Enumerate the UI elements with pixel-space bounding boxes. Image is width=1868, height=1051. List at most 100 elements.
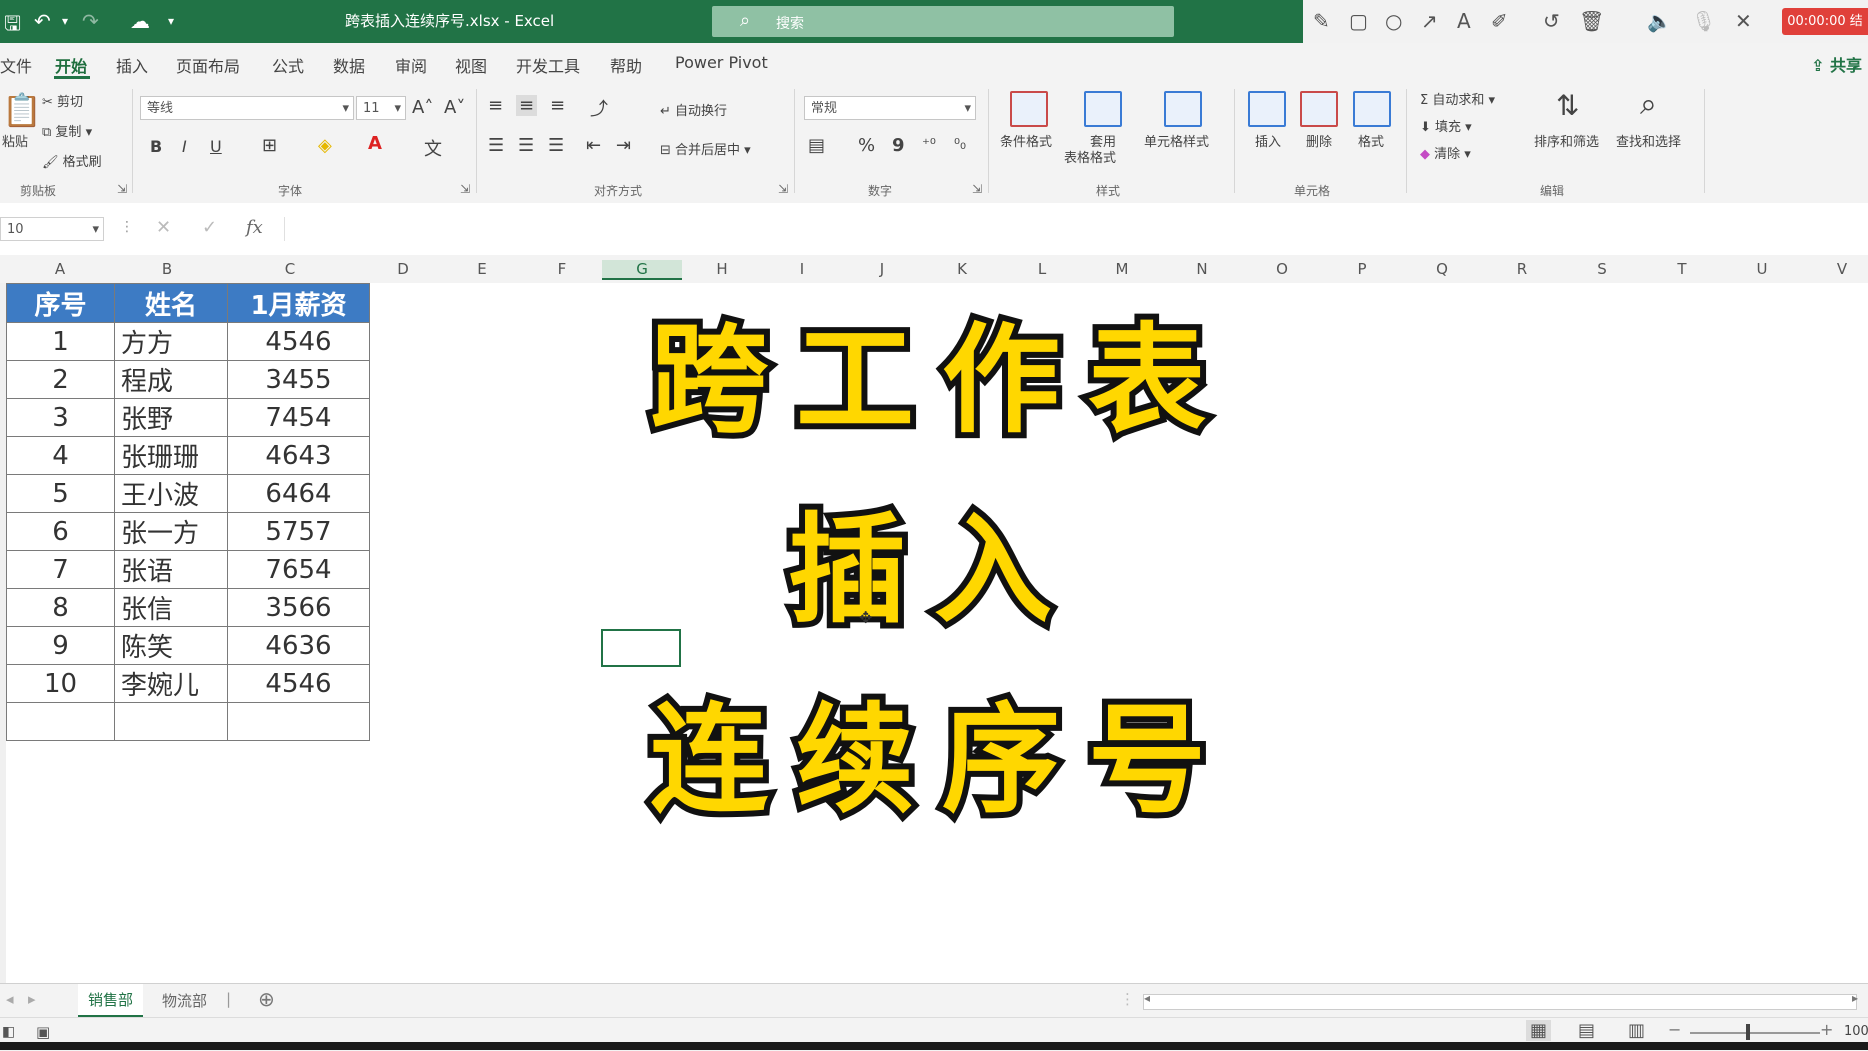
insert-cells-icon[interactable] [1248,91,1286,127]
copy-button[interactable]: ⧉ 复制 ▾ [42,121,92,140]
zoom-slider-thumb[interactable] [1746,1024,1750,1040]
insert-function-button[interactable]: fx [246,217,263,238]
font-size-select[interactable]: 11 ▾ [356,96,406,120]
column-header[interactable]: U [1742,260,1782,278]
tab-formulas[interactable]: 公式 [272,53,304,77]
number-launcher-icon[interactable]: ⇲ [972,182,982,196]
zoom-slider[interactable] [1690,1032,1820,1034]
column-header[interactable]: C [270,260,310,278]
formula-input[interactable] [284,217,1868,241]
column-header[interactable]: B [147,260,187,278]
conditional-format-icon[interactable] [1010,91,1048,127]
column-header[interactable]: I [782,260,822,278]
scroll-right-icon[interactable]: ▸ [1852,991,1858,1005]
undo-annotation-icon[interactable]: ↺ [1543,9,1560,33]
decrease-font-icon[interactable]: A˅ [444,97,465,118]
align-top-icon[interactable]: ≡ [488,95,503,116]
tab-home[interactable]: 开始 [55,53,87,77]
fill-button[interactable]: ⬇ 填充 ▾ [1420,116,1472,135]
tab-file[interactable]: 文件 [0,53,32,77]
speaker-icon[interactable]: 🔈 [1647,9,1672,33]
save-icon[interactable]: 🖫 [4,9,21,43]
format-painter-button[interactable]: 🖌 格式刷 [42,151,102,170]
pen-icon[interactable]: ✎ [1313,9,1330,33]
tab-data[interactable]: 数据 [333,53,365,77]
cancel-icon[interactable]: ✕ [156,217,171,238]
sheet-tab-logistics[interactable]: 物流部 [162,990,207,1011]
autosum-button[interactable]: Σ 自动求和 ▾ [1420,89,1495,108]
accounting-format-icon[interactable]: ▤ [808,135,825,156]
percent-style-button[interactable]: % [858,135,875,156]
format-as-table-icon[interactable] [1084,91,1122,127]
share-button[interactable]: ⇪ 共享 [1811,52,1862,76]
column-header[interactable]: R [1502,260,1542,278]
text-icon[interactable]: A [1457,9,1471,33]
customize-toolbar-icon[interactable]: ▾ [168,14,174,28]
tab-review[interactable]: 审阅 [395,53,427,77]
splitter-icon[interactable]: ⋮ [1120,990,1135,1008]
tab-power-pivot[interactable]: Power Pivot [675,53,768,72]
undo-dropdown-icon[interactable]: ▾ [62,14,68,28]
search-box[interactable]: ⌕ 搜索 [712,6,1174,37]
align-right-icon[interactable]: ☰ [548,135,564,156]
tab-developer[interactable]: 开发工具 [516,53,580,77]
scroll-first-sheet-icon[interactable]: ◂ [6,990,14,1008]
underline-button[interactable]: U [210,137,222,156]
enter-icon[interactable]: ✓ [202,217,217,238]
zoom-out-icon[interactable]: − [1668,1020,1681,1039]
macro-record-icon[interactable]: ▣ [36,1023,50,1041]
cell-styles-icon[interactable] [1164,91,1202,127]
phonetic-icon[interactable]: 文 [424,135,442,161]
tab-insert[interactable]: 插入 [116,53,148,77]
increase-font-icon[interactable]: A˄ [412,97,433,118]
increase-indent-icon[interactable]: ⇥ [616,135,631,156]
font-launcher-icon[interactable]: ⇲ [460,182,470,196]
scroll-left-icon[interactable]: ◂ [1144,991,1150,1005]
column-header-selected[interactable]: G [602,260,682,280]
cut-button[interactable]: ✂ 剪切 [42,91,83,110]
font-color-icon[interactable]: A [368,133,382,154]
column-header[interactable]: T [1662,260,1702,278]
column-header[interactable]: S [1582,260,1622,278]
trash-icon[interactable]: 🗑 [1579,9,1604,33]
align-center-icon[interactable]: ☰ [518,135,534,156]
undo-icon[interactable]: ↶ [34,9,51,33]
tab-view[interactable]: 视图 [455,53,487,77]
align-left-icon[interactable]: ☰ [488,135,504,156]
wrap-text-button[interactable]: ↵ 自动换行 [660,100,727,119]
align-bottom-icon[interactable]: ≡ [550,95,565,116]
column-header[interactable]: O [1262,260,1302,278]
alignment-launcher-icon[interactable]: ⇲ [778,182,788,196]
tab-help[interactable]: 帮助 [610,53,642,77]
touch-mode-icon[interactable]: ☁ [130,9,150,33]
sort-filter-icon[interactable]: ⇅ [1556,89,1579,122]
increase-decimal-icon[interactable]: ⁺⁰ [922,135,936,153]
format-cells-icon[interactable] [1353,91,1391,127]
column-header[interactable]: D [383,260,423,278]
italic-button[interactable]: I [182,137,187,156]
sheet-tab-sales[interactable]: 销售部 [78,984,144,1018]
column-header[interactable]: A [40,260,80,278]
delete-cells-icon[interactable] [1300,91,1338,127]
column-header[interactable]: H [702,260,742,278]
column-header[interactable]: E [462,260,502,278]
close-icon[interactable]: ✕ [1735,9,1752,33]
number-format-select[interactable]: 常规 ▾ [804,96,976,120]
column-header[interactable]: P [1342,260,1382,278]
decrease-decimal-icon[interactable]: ⁰₀ [954,135,966,153]
borders-icon[interactable]: ⊞ [262,135,277,156]
comma-style-button[interactable]: 9 [892,135,905,156]
normal-view-icon[interactable]: ▦ [1526,1020,1552,1041]
column-header[interactable]: L [1022,260,1062,278]
column-header[interactable]: N [1182,260,1222,278]
tab-page-layout[interactable]: 页面布局 [176,53,240,77]
bold-button[interactable]: B [150,137,162,156]
decrease-indent-icon[interactable]: ⇤ [586,135,601,156]
column-header[interactable]: J [862,260,902,278]
column-header[interactable]: K [942,260,982,278]
name-box[interactable]: 10 ▾ [0,217,104,241]
fill-color-icon[interactable]: ◈ [318,135,332,156]
zoom-level[interactable]: 100 [1844,1024,1868,1039]
paste-icon[interactable]: 📋 [2,91,42,129]
arrow-icon[interactable]: ↗ [1421,9,1438,33]
